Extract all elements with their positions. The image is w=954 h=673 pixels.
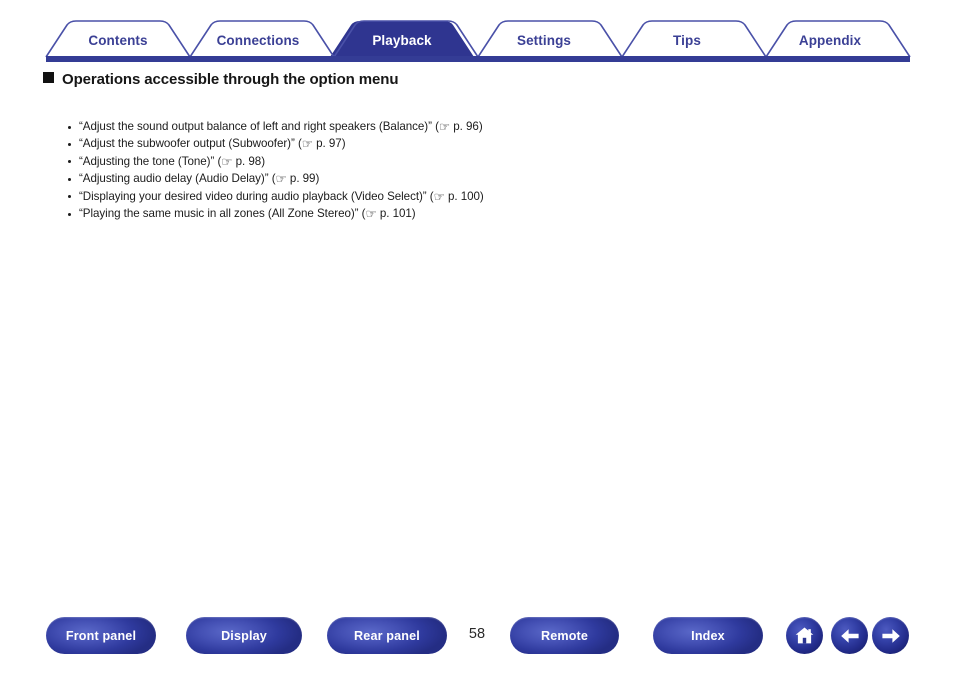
arrow-right-icon: [881, 628, 900, 643]
page-reference[interactable]: p. 97: [316, 137, 342, 150]
list-item[interactable]: “Adjust the sound output balance of left…: [67, 119, 627, 135]
tab-bar: Contents Connections Playback Settings T…: [0, 0, 954, 68]
tab-contents[interactable]: Contents: [68, 33, 168, 48]
home-icon: [795, 627, 814, 644]
list-item-text: “Adjusting audio delay (Audio Delay)” (: [79, 172, 276, 186]
list-item-text-after: ): [261, 154, 266, 168]
page-reference[interactable]: p. 100: [448, 190, 480, 203]
page-reference[interactable]: p. 99: [290, 172, 316, 185]
remote-button[interactable]: Remote: [510, 617, 619, 654]
footer-navigation: Front panel Display Rear panel 58 Remote…: [0, 617, 954, 657]
tab-settings[interactable]: Settings: [494, 33, 594, 48]
arrow-left-icon: [840, 628, 859, 643]
tab-playback[interactable]: Playback: [352, 33, 452, 48]
list-item-text: “Adjust the subwoofer output (Subwoofer)…: [79, 137, 302, 151]
list-item-text-after: ): [315, 172, 320, 186]
index-button[interactable]: Index: [653, 617, 763, 654]
display-button[interactable]: Display: [186, 617, 302, 654]
forward-button[interactable]: [872, 617, 909, 654]
tab-tips[interactable]: Tips: [637, 33, 737, 48]
tab-connections[interactable]: Connections: [208, 33, 308, 48]
page-title: Operations accessible through the option…: [43, 70, 463, 90]
list-item[interactable]: “Adjusting audio delay (Audio Delay)” (☞…: [67, 171, 627, 187]
tab-baseline: [46, 56, 910, 62]
rear-panel-button[interactable]: Rear panel: [327, 617, 447, 654]
page-title-text: Operations accessible through the option…: [62, 71, 399, 88]
list-item-text-after: ): [478, 120, 483, 133]
home-button[interactable]: [786, 617, 823, 654]
list-item[interactable]: “Displaying your desired video during au…: [67, 189, 627, 205]
page-reference[interactable]: p. 101: [380, 207, 412, 220]
option-menu-link-list: “Adjust the sound output balance of left…: [67, 119, 627, 224]
list-item-text-after: ): [479, 189, 484, 203]
page-number: 58: [468, 626, 486, 642]
tab-appendix[interactable]: Appendix: [780, 33, 880, 48]
list-item-text: “Displaying your desired video during au…: [79, 189, 434, 203]
list-item[interactable]: “Adjust the subwoofer output (Subwoofer)…: [67, 136, 627, 152]
back-button[interactable]: [831, 617, 868, 654]
list-item-text: “Playing the same music in all zones (Al…: [79, 207, 366, 221]
list-item-text-after: ): [411, 207, 416, 221]
front-panel-button[interactable]: Front panel: [46, 617, 156, 654]
list-item-text-after: ): [341, 137, 346, 151]
list-item-text: “Adjust the sound output balance of left…: [79, 120, 439, 133]
page-reference[interactable]: p. 98: [236, 155, 262, 168]
page-reference[interactable]: p. 96: [453, 120, 479, 133]
list-item[interactable]: “Adjusting the tone (Tone)” (☞ p. 98): [67, 154, 627, 170]
list-item-text: “Adjusting the tone (Tone)” (: [79, 154, 222, 168]
list-item[interactable]: “Playing the same music in all zones (Al…: [67, 206, 627, 222]
square-bullet-icon: [43, 72, 54, 83]
